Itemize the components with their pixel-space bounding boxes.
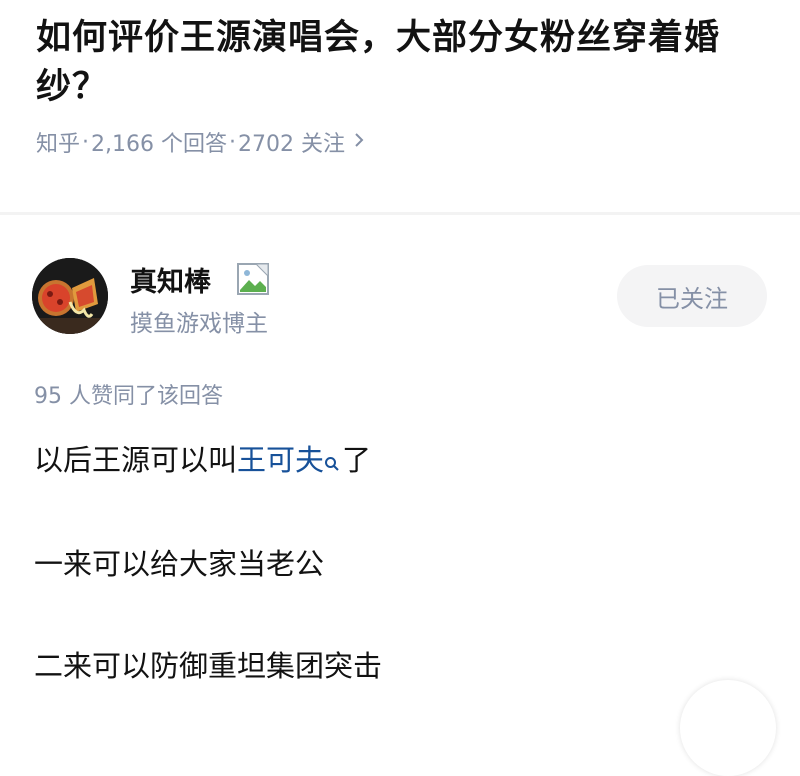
floating-action-button[interactable] xyxy=(680,680,776,776)
answer-paragraph: 以后王源可以叫王可夫了 xyxy=(34,440,774,482)
search-icon[interactable] xyxy=(324,442,340,482)
source-label: 知乎 xyxy=(36,132,81,157)
answer-content: 以后王源可以叫王可夫了 一来可以给大家当老公 二来可以防御重坦集团突击 xyxy=(34,440,774,686)
follow-button[interactable]: 已关注 xyxy=(617,265,767,327)
chevron-right-icon xyxy=(353,130,365,155)
voteup-count: 95 人赞同了该回答 xyxy=(34,384,223,409)
search-keyword-link[interactable]: 王可夫 xyxy=(237,443,324,477)
paragraph-text: 了 xyxy=(342,443,372,477)
avatar[interactable] xyxy=(32,258,108,334)
answer-count: 2,166 个回答 xyxy=(91,132,227,157)
answer-paragraph: 一来可以给大家当老公 xyxy=(34,547,325,581)
meta-separator: · xyxy=(229,129,236,155)
author-name[interactable]: 真知棒 xyxy=(130,260,211,299)
broken-image-icon xyxy=(236,262,270,296)
answer-paragraph: 二来可以防御重坦集团突击 xyxy=(34,649,383,683)
question-title[interactable]: 如何评价王源演唱会，大部分女粉丝穿着婚纱？ xyxy=(36,14,766,112)
author-description: 摸鱼游戏博主 xyxy=(130,311,268,337)
meta-separator: · xyxy=(82,129,90,155)
follow-count: 2702 关注 xyxy=(238,132,345,157)
question-meta[interactable]: 知乎 · 2,166 个回答 · 2702 关注 xyxy=(36,126,766,158)
paragraph-text: 以后王源可以叫 xyxy=(34,443,238,477)
author-card: 真知棒 摸鱼游戏博主 已关注 xyxy=(32,258,772,338)
question-header: 如何评价王源演唱会，大部分女粉丝穿着婚纱？ 知乎 · 2,166 个回答 · 2… xyxy=(36,14,766,158)
section-divider xyxy=(0,212,800,215)
